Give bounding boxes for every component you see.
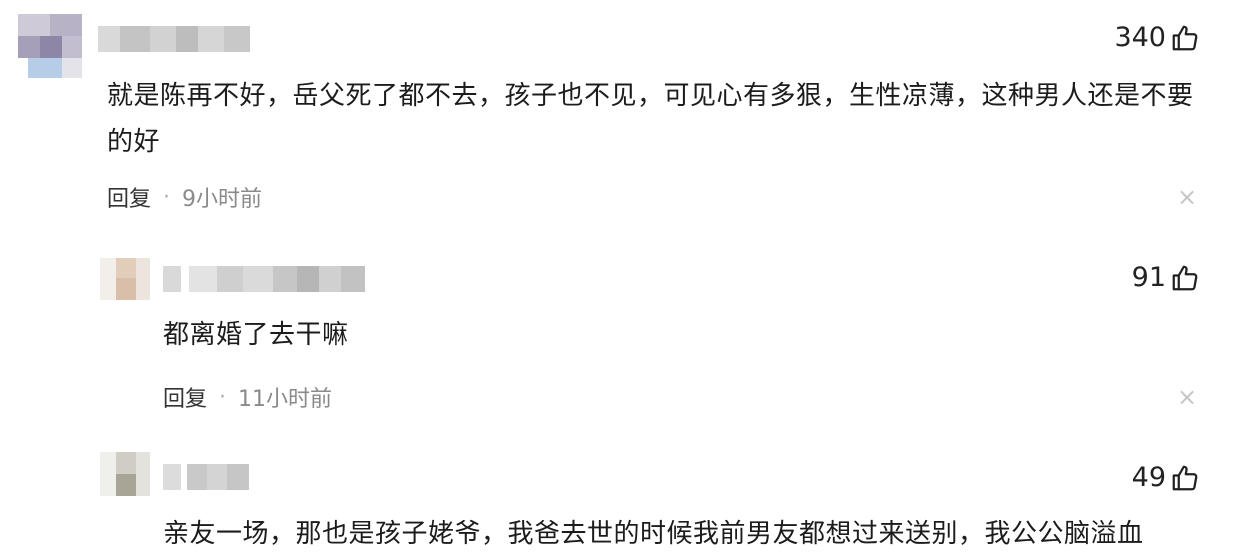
- reply-button[interactable]: 回复: [163, 381, 207, 413]
- like-count: 340: [1114, 22, 1166, 53]
- thumbs-up-icon: [1172, 265, 1198, 290]
- like-button[interactable]: 91: [1132, 262, 1200, 293]
- close-icon[interactable]: ×: [1177, 185, 1197, 209]
- like-count: 49: [1131, 462, 1166, 493]
- comment-meta: 回复 · 9小时前: [107, 181, 262, 213]
- comment-text: 都离婚了去干嘛: [163, 320, 349, 350]
- meta-separator: ·: [219, 384, 227, 410]
- like-button[interactable]: 49: [1132, 462, 1200, 493]
- username[interactable]: [98, 26, 250, 52]
- comment-text: 亲友一场，那也是孩子姥爷，我爸去世的时候我前男友都想过来送别，我公公脑溢血: [163, 519, 1144, 549]
- like-count: 91: [1131, 262, 1166, 293]
- avatar[interactable]: [18, 14, 82, 78]
- username[interactable]: [163, 464, 249, 490]
- username[interactable]: [163, 266, 365, 292]
- reply-button[interactable]: 回复: [107, 181, 151, 213]
- like-button[interactable]: 340: [1114, 22, 1200, 53]
- comment-text: 就是陈再不好，岳父死了都不去，孩子也不见，可见心有多狠，生性凉薄，这种男人还是不…: [107, 81, 1194, 157]
- thumbs-up-icon: [1172, 465, 1198, 490]
- close-icon[interactable]: ×: [1177, 385, 1197, 409]
- avatar[interactable]: [100, 452, 150, 496]
- avatar[interactable]: [100, 258, 150, 300]
- timestamp: 9小时前: [182, 187, 263, 212]
- meta-separator: ·: [163, 184, 171, 210]
- timestamp: 11小时前: [238, 387, 333, 412]
- comment-meta: 回复 · 11小时前: [163, 381, 332, 413]
- thumbs-up-icon: [1172, 25, 1198, 50]
